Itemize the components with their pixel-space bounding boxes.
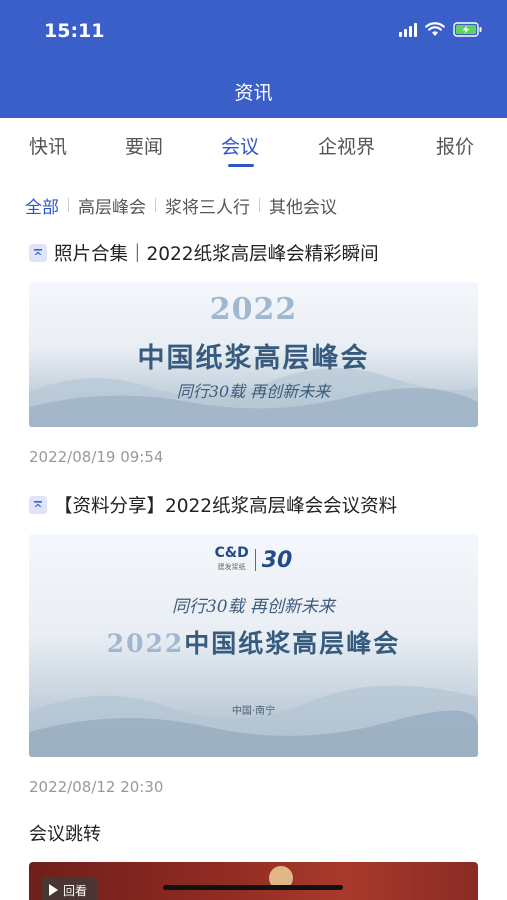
filter-all[interactable]: 全部 (25, 193, 59, 218)
tab-huiyi[interactable]: 会议 (221, 132, 259, 159)
replay-badge[interactable]: 回看 (41, 878, 98, 900)
article-date: 2022/08/19 09:54 (29, 448, 164, 466)
filter-summit[interactable]: 高层峰会 (78, 193, 146, 218)
tab-qishijie[interactable]: 企视界 (318, 132, 375, 159)
filter-trio[interactable]: 浆将三人行 (165, 193, 250, 218)
tab-baojia[interactable]: 报价 (436, 132, 474, 159)
article-title-text: 【资料分享】2022纸浆高层峰会会议资料 (54, 496, 398, 517)
play-icon (49, 884, 58, 896)
home-indicator (163, 885, 343, 890)
filter-divider (259, 198, 260, 212)
article-title[interactable]: 【资料分享】2022纸浆高层峰会会议资料 (29, 491, 478, 519)
tab-kuaixun[interactable]: 快讯 (29, 132, 67, 159)
article-date: 2022/08/12 20:30 (29, 778, 164, 796)
banner-slogan: 同行30载 再创新未来 (176, 382, 331, 401)
banner-year: 2022 (106, 629, 185, 658)
banner-year: 2022 (209, 292, 298, 327)
wifi-icon (425, 22, 445, 37)
article-banner[interactable]: C&D 建发浆纸 30 同行30载 再创新未来 2022中国纸浆高层峰会 中国·… (29, 534, 478, 757)
status-time: 15:11 (44, 20, 105, 42)
app-header: 15:11 资讯 (0, 0, 507, 118)
anniversary-logo: 30 (261, 547, 293, 573)
category-tabs: 快讯 要闻 会议 企视界 报价 (0, 118, 507, 174)
banner-headline: 中国纸浆高层峰会 (137, 343, 370, 374)
article-banner[interactable]: 2022 中国纸浆高层峰会 同行30载 再创新未来 (29, 282, 478, 427)
filter-other[interactable]: 其他会议 (269, 193, 337, 218)
cd-logo: C&D 建发浆纸 (214, 545, 249, 571)
filter-divider (155, 198, 156, 212)
filter-divider (68, 198, 69, 212)
pin-top-icon (29, 496, 47, 514)
banner-headline: 2022中国纸浆高层峰会 (106, 629, 401, 658)
brand-logo: C&D 建发浆纸 30 (29, 546, 478, 574)
filter-bar: 全部 高层峰会 浆将三人行 其他会议 (25, 192, 337, 218)
status-icons (399, 22, 483, 37)
article-card[interactable]: 【资料分享】2022纸浆高层峰会会议资料 C&D 建发浆纸 30 同行30载 再… (29, 491, 478, 801)
banner-slogan: 同行30载 再创新未来 (171, 597, 336, 617)
article-card[interactable]: 照片合集｜2022纸浆高层峰会精彩瞬间 2022 中国纸浆高层峰会 同行30载 … (29, 239, 478, 469)
battery-charging-icon (453, 22, 483, 37)
article-title[interactable]: 照片合集｜2022纸浆高层峰会精彩瞬间 (29, 239, 478, 267)
section-title: 会议跳转 (29, 824, 101, 845)
video-card[interactable]: 回看 (29, 862, 478, 900)
tab-yaowen[interactable]: 要闻 (125, 132, 163, 159)
banner-location: 中国·南宁 (231, 706, 276, 717)
article-title-text: 照片合集｜2022纸浆高层峰会精彩瞬间 (54, 244, 379, 265)
signal-icon (399, 22, 417, 37)
page-title: 资讯 (234, 82, 273, 104)
active-tab-indicator (228, 164, 254, 167)
pin-top-icon (29, 244, 47, 262)
